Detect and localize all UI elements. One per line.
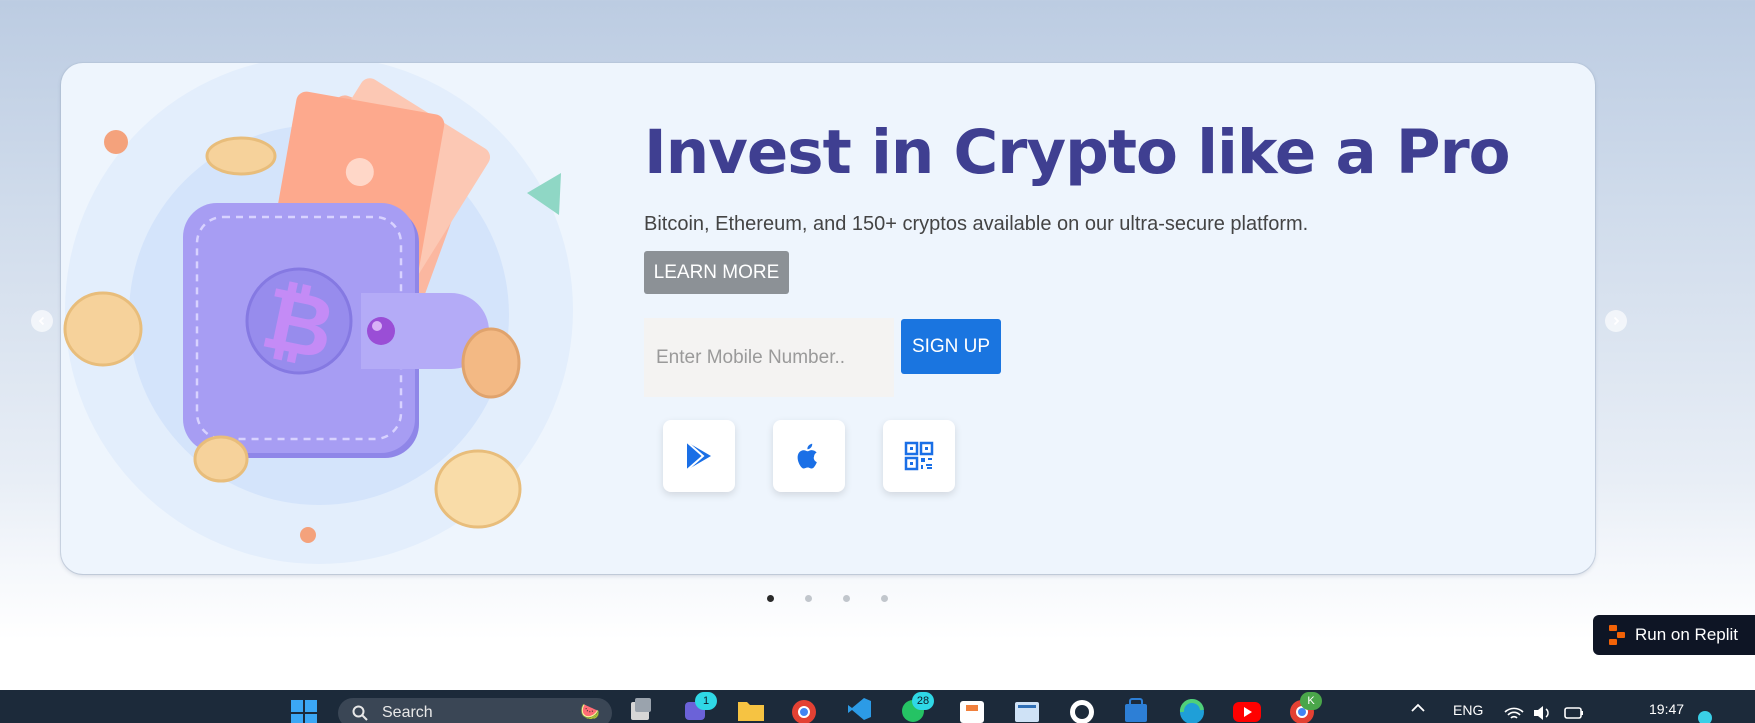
mobile-number-input[interactable] [644, 318, 894, 397]
edge-icon [1179, 699, 1204, 723]
tray-overflow-button[interactable] [1410, 700, 1438, 723]
chrome-profile-app[interactable]: K [1288, 692, 1322, 723]
sign-up-button[interactable]: SIGN UP [901, 319, 1001, 374]
document-icon [1015, 702, 1039, 722]
store-app[interactable] [1122, 696, 1150, 723]
battery-button[interactable] [1563, 704, 1591, 723]
clock-time[interactable]: 19:47 [1649, 701, 1684, 717]
store-icon [1125, 698, 1147, 722]
qr-code-icon [904, 441, 934, 471]
github-icon [1070, 700, 1094, 723]
github-app[interactable] [1068, 696, 1096, 723]
whatsapp-badge: 28 [912, 692, 934, 710]
folder-icon [738, 702, 764, 721]
hero-subtitle: Bitcoin, Ethereum, and 150+ cryptos avai… [644, 213, 1309, 235]
vscode-icon [848, 698, 871, 720]
vscode-app[interactable] [846, 696, 874, 723]
windows-start-button[interactable] [290, 699, 318, 723]
task-view-button[interactable] [628, 696, 656, 723]
carousel-indicators [767, 595, 888, 602]
copilot-icon [1698, 711, 1712, 723]
carousel-dot-3[interactable] [843, 595, 850, 602]
network-button[interactable] [1503, 704, 1531, 723]
youtube-icon [1233, 702, 1261, 722]
whatsapp-app[interactable]: 28 [900, 692, 934, 723]
wifi-icon [1504, 707, 1524, 719]
mail-app[interactable] [1013, 696, 1041, 723]
app-icon [960, 701, 984, 723]
wallet-illustration: ₿ [63, 63, 573, 564]
profile-badge: K [1300, 692, 1322, 710]
teams-app[interactable]: 1 [683, 692, 717, 723]
chrome-app[interactable] [790, 696, 818, 723]
teams-badge: 1 [695, 692, 717, 710]
task-view-icon [631, 698, 651, 720]
chevron-left-icon [38, 316, 45, 326]
app-store-button[interactable] [773, 420, 845, 492]
windows-icon [291, 700, 317, 723]
chevron-right-icon [1613, 316, 1620, 326]
language-indicator[interactable]: ENG [1453, 702, 1483, 718]
speaker-icon [1534, 706, 1549, 720]
carousel-dot-4[interactable] [881, 595, 888, 602]
youtube-app[interactable] [1232, 696, 1261, 723]
taskbar: Search 🍉 1 28 K ENG 19:47 [0, 690, 1755, 723]
learn-more-button[interactable]: LEARN MORE [644, 251, 789, 294]
carousel-next-button[interactable] [1605, 310, 1627, 332]
qr-code-button[interactable] [883, 420, 955, 492]
gmail-app[interactable] [958, 696, 986, 723]
edge-app[interactable] [1178, 696, 1206, 723]
search-icon [352, 705, 368, 721]
run-on-replit-button[interactable]: Run on Replit [1593, 615, 1755, 655]
run-on-replit-label: Run on Replit [1635, 625, 1739, 644]
search-highlight-icon: 🍉 [580, 704, 600, 721]
apple-icon [797, 443, 817, 469]
chevron-up-icon [1411, 703, 1425, 712]
carousel-dot-1[interactable] [767, 595, 774, 602]
hero-title: Invest in Crypto like a Pro [644, 117, 1511, 188]
battery-icon [1564, 707, 1583, 719]
replit-icon [1609, 625, 1625, 645]
copilot-button[interactable] [1697, 710, 1725, 723]
file-explorer-app[interactable] [737, 696, 765, 723]
taskbar-search[interactable]: Search 🍉 [338, 698, 612, 723]
carousel-prev-button[interactable] [31, 310, 53, 332]
search-label: Search [382, 704, 433, 721]
google-play-icon [686, 441, 711, 471]
hero-card: ₿ Invest in Crypto like a Pro Bitcoin, E… [61, 63, 1595, 574]
volume-button[interactable] [1532, 704, 1560, 723]
carousel-dot-2[interactable] [805, 595, 812, 602]
chrome-icon [792, 700, 816, 723]
google-play-button[interactable] [663, 420, 735, 492]
